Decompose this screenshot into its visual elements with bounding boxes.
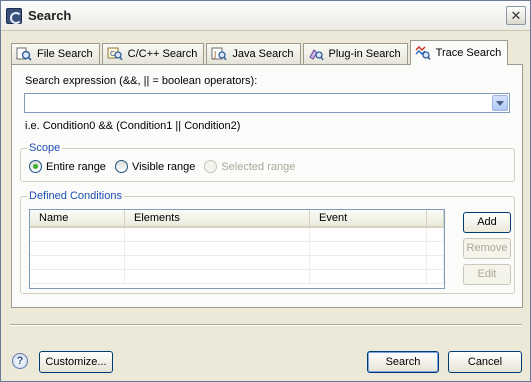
table-cell [125,270,310,284]
radio-visible-range[interactable]: Visible range [114,160,196,173]
table-row[interactable] [30,256,444,270]
tab-label: C/C++ Search [127,48,198,60]
radio-selected-range: Selected range [204,160,295,173]
tab-cpp-search[interactable]: C C/C++ Search [101,43,205,64]
table-cell [30,228,125,242]
radio-label: Entire range [46,160,106,173]
table-header: Name Elements Event [30,210,444,228]
table-cell [30,270,125,284]
radio-label: Visible range [131,160,196,173]
tab-trace-search[interactable]: Trace Search [409,40,509,65]
tab-label: Java Search [232,48,294,60]
tab-label: Trace Search [435,47,502,59]
column-header-name[interactable]: Name [30,210,125,226]
table-cell [125,228,310,242]
table-cell [427,228,444,242]
table-cell [310,228,427,242]
radio-entire-range[interactable]: Entire range [29,160,106,173]
search-expression-label: Search expression (&&, || = boolean oper… [25,75,258,87]
scope-options: Entire range Visible range Selected rang… [29,160,304,173]
radio-unchecked-icon [114,160,128,173]
file-search-icon [16,47,32,61]
edit-condition-button: Edit [463,264,511,285]
help-icon[interactable]: ? [12,353,28,369]
defined-conditions-title: Defined Conditions [27,190,124,202]
plugin-search-icon [308,47,324,61]
svg-text:J: J [213,50,216,59]
tab-plugin-search[interactable]: Plug-in Search [302,43,408,64]
column-header-event[interactable]: Event [310,210,427,226]
radio-label: Selected range [221,160,296,173]
search-dialog: Search ✕ File Search C C/C++ Search J Ja… [0,0,531,382]
trace-search-page: Search expression (&&, || = boolean oper… [11,64,523,308]
table-row[interactable] [30,228,444,242]
search-expression-hint: i.e. Condition0 && (Condition1 || Condit… [25,120,241,132]
tab-label: Plug-in Search [328,48,401,60]
table-row[interactable] [30,242,444,256]
table-cell [125,256,310,270]
table-cell [30,242,125,256]
tab-label: File Search [37,48,93,60]
eclipse-app-icon [6,7,22,24]
search-button[interactable]: Search [367,351,439,373]
trace-search-icon [415,45,431,60]
radio-checked-icon [29,160,42,173]
column-header-filler [427,210,444,226]
window-title: Search [28,8,72,23]
table-cell [125,242,310,256]
defined-conditions-group: Defined Conditions Name Elements Event A… [20,190,515,294]
add-condition-button[interactable]: Add [463,212,511,233]
table-cell [310,256,427,270]
tab-file-search[interactable]: File Search [11,43,100,64]
table-cell [427,242,444,256]
tab-java-search[interactable]: J Java Search [206,43,301,64]
table-cell [427,256,444,270]
search-tabs: File Search C C/C++ Search J Java Search… [11,40,510,65]
remove-condition-button: Remove [463,238,511,259]
radio-disabled-icon [204,160,218,173]
customize-button[interactable]: Customize... [39,351,113,373]
search-expression-combo[interactable] [24,93,510,113]
scope-group: Scope Entire range Visible range Selecte… [20,142,515,182]
table-cell [427,270,444,284]
table-cell [310,242,427,256]
close-button[interactable]: ✕ [506,6,526,25]
svg-text:C: C [110,50,115,58]
table-row[interactable] [30,270,444,284]
java-search-icon: J [211,47,227,61]
cpp-search-icon: C [107,47,123,61]
table-cell [310,270,427,284]
scope-title: Scope [27,142,63,154]
footer-separator [10,324,522,326]
column-header-elements[interactable]: Elements [125,210,310,226]
cancel-button[interactable]: Cancel [448,351,522,373]
table-cell [30,256,125,270]
conditions-table[interactable]: Name Elements Event [29,209,445,289]
chevron-down-icon[interactable] [492,95,508,111]
title-bar[interactable]: Search ✕ [1,1,530,31]
